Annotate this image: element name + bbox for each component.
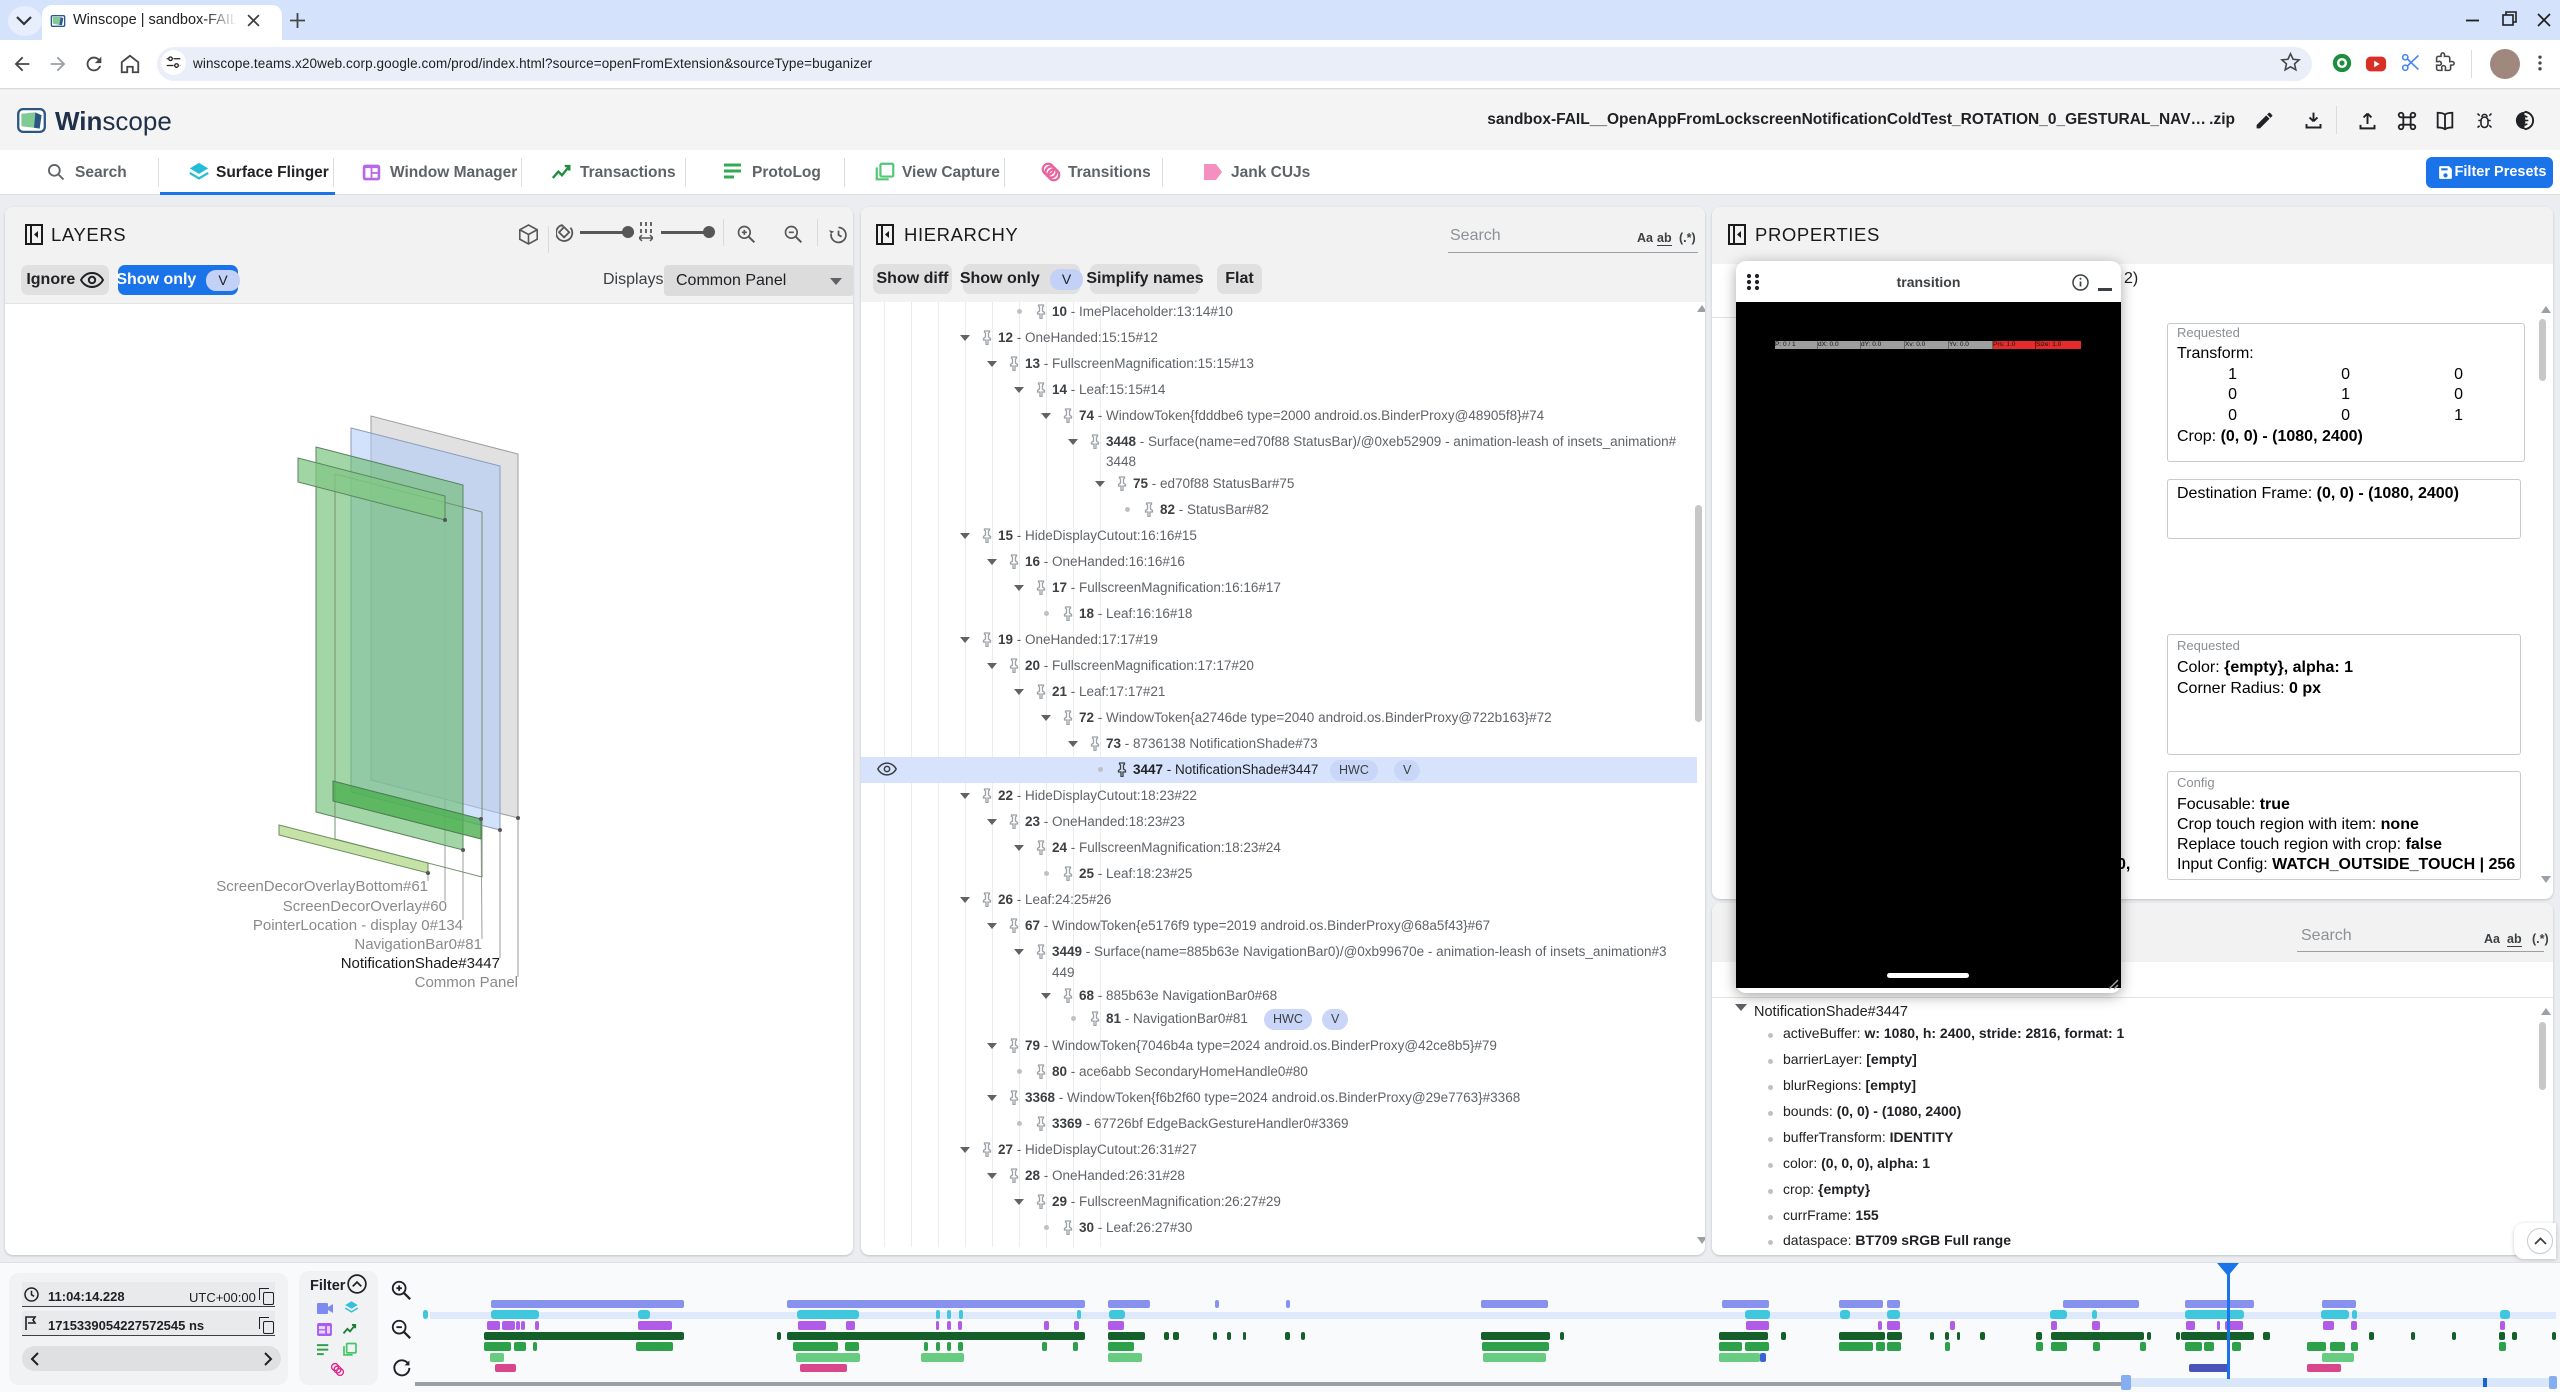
svg-text:ScreenDecorOverlayBottom#61: ScreenDecorOverlayBottom#61 <box>216 878 428 895</box>
svg-text:ScreenDecorOverlay#60: ScreenDecorOverlay#60 <box>283 898 447 915</box>
svg-text:PointerLocation - display 0#13: PointerLocation - display 0#134 <box>253 917 463 934</box>
svg-text:NavigationBar0#81: NavigationBar0#81 <box>354 936 482 953</box>
svg-text:Common Panel: Common Panel <box>415 974 518 991</box>
svg-text:NotificationShade#3447: NotificationShade#3447 <box>341 955 500 972</box>
